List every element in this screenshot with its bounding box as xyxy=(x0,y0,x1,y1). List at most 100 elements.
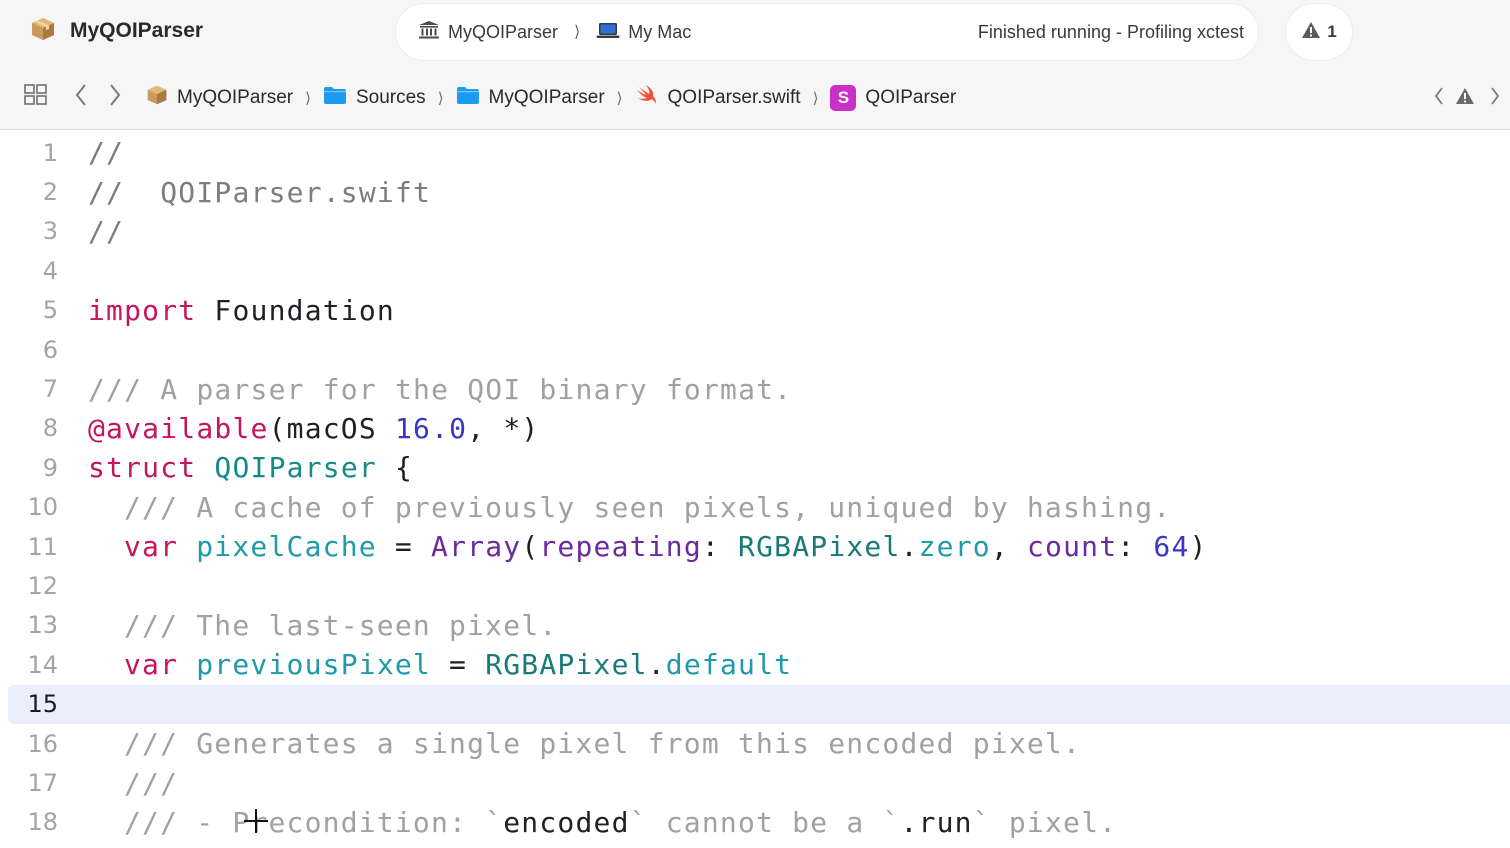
code-line[interactable]: 10 /// A cache of previously seen pixels… xyxy=(0,488,1510,527)
breadcrumb-item-project[interactable]: MyQOIParser xyxy=(146,84,293,112)
package-icon xyxy=(30,16,56,47)
type-token: Array xyxy=(431,530,522,564)
plain-token: = xyxy=(431,648,486,682)
code-line[interactable]: 13 /// The last-seen pixel. xyxy=(0,606,1510,645)
code-text: // xyxy=(88,215,124,248)
line-number: 2 xyxy=(42,178,58,207)
breadcrumb-label: Sources xyxy=(355,86,426,108)
breadcrumb-label: MyQOIParser xyxy=(488,86,605,108)
number-token: 16.0 xyxy=(394,411,468,445)
plain-token: { xyxy=(376,451,414,485)
forward-button[interactable] xyxy=(98,78,132,118)
warnings-button[interactable]: 1 xyxy=(1286,4,1352,60)
breadcrumb-item-file[interactable]: QOIParser.swift xyxy=(635,84,801,112)
code-line[interactable]: 2 // QOIParser.swift xyxy=(0,172,1510,211)
code-text: /// xyxy=(88,767,178,800)
code-text: import Foundation xyxy=(88,294,395,327)
breadcrumb-item-group[interactable]: MyQOIParser xyxy=(456,85,605,111)
code-line[interactable]: 8 @available(macOS 16.0, *) xyxy=(0,409,1510,448)
previous-issue-button[interactable] xyxy=(1428,78,1450,118)
build-status-text: Finished running - Profiling xctest xyxy=(977,21,1244,42)
source-editor[interactable]: 1 // 2 // QOIParser.swift 3 // 4 5 impor… xyxy=(0,131,1510,848)
project-name: MyQOIParser xyxy=(70,19,204,42)
package-icon xyxy=(146,84,168,112)
code-line[interactable]: 3 // xyxy=(0,212,1510,251)
code-line[interactable]: 7 /// A parser for the QOI binary format… xyxy=(0,369,1510,408)
doc-comment-token: ` xyxy=(485,805,504,839)
plain-token: , *) xyxy=(467,411,540,445)
keyword-token: var xyxy=(124,648,179,682)
line-number: 10 xyxy=(27,493,58,522)
folder-icon xyxy=(456,85,480,111)
comment-token: // xyxy=(88,214,125,248)
grid-icon xyxy=(23,83,49,112)
code-text: // QOIParser.swift xyxy=(88,176,431,209)
breadcrumb-label: MyQOIParser xyxy=(177,86,294,108)
type-token: QOIParser xyxy=(214,451,377,485)
line-number: 11 xyxy=(27,532,58,561)
code-line[interactable]: 6 xyxy=(0,330,1510,369)
chevron-right-icon: ⟩ xyxy=(812,89,819,107)
breadcrumb: MyQOIParser ⟩ Sources ⟩ MyQOIParser ⟩ QO… xyxy=(146,84,956,112)
code-line[interactable]: 9 struct QOIParser { xyxy=(0,448,1510,487)
line-number: 3 xyxy=(42,217,58,246)
code-line[interactable]: 14 var previousPixel = RGBAPixel.default xyxy=(0,645,1510,684)
crosshair-cursor-icon xyxy=(243,808,269,834)
scheme-icon xyxy=(418,20,440,45)
code-text: /// Generates a single pixel from this e… xyxy=(88,727,1081,760)
warning-icon xyxy=(1301,21,1321,44)
issue-navigation xyxy=(1428,78,1510,118)
code-line[interactable]: 16 /// Generates a single pixel from thi… xyxy=(0,724,1510,763)
doc-comment-token: pixel. xyxy=(990,805,1118,839)
code-voice-token: .run xyxy=(900,805,973,839)
parameter-token: count xyxy=(1026,530,1118,564)
back-button[interactable] xyxy=(64,78,98,118)
line-number: 12 xyxy=(27,572,58,601)
scheme-selector[interactable]: MyQOIParser xyxy=(418,20,558,45)
line-number: 16 xyxy=(27,729,58,758)
code-voice-token: encoded xyxy=(503,805,630,839)
activity-view: MyQOIParser ⟩ My Mac Finished running - … xyxy=(396,4,1258,60)
code-line[interactable]: 4 xyxy=(0,251,1510,290)
line-number: 6 xyxy=(42,335,58,364)
breadcrumb-item-symbol[interactable]: S QOIParser xyxy=(830,84,957,111)
code-line[interactable]: 18 /// - Precondition: `encoded` cannot … xyxy=(0,803,1510,842)
code-line-current[interactable]: 15 xyxy=(8,684,1510,724)
line-number: 17 xyxy=(27,769,58,798)
code-line[interactable]: 5 import Foundation xyxy=(0,291,1510,330)
plain-token: : xyxy=(701,530,739,564)
next-issue-button[interactable] xyxy=(1480,78,1510,118)
related-items-button[interactable] xyxy=(14,78,58,118)
run-destination-selector[interactable]: My Mac xyxy=(596,21,691,44)
plain-token: Foundation xyxy=(196,293,395,327)
code-text: @available(macOS 16.0, *) xyxy=(88,412,539,445)
keyword-token: struct xyxy=(88,451,197,485)
breadcrumb-item-sources[interactable]: Sources xyxy=(323,85,426,111)
warning-count: 1 xyxy=(1327,22,1337,41)
doc-comment-token: /// Generates a single pixel from this e… xyxy=(124,727,1082,761)
comment-token: // QOIParser.swift xyxy=(88,175,432,209)
doc-comment-token: /// - Precondition: xyxy=(124,805,486,839)
line-number: 18 xyxy=(27,808,58,837)
doc-comment-token: /// xyxy=(124,766,179,800)
code-line[interactable]: 12 xyxy=(0,566,1510,605)
doc-comment-token: /// The last-seen pixel. xyxy=(124,608,558,642)
chevron-left-icon xyxy=(74,83,88,112)
code-line[interactable]: 17 /// xyxy=(0,763,1510,802)
code-line[interactable]: 11 var pixelCache = Array(repeating: RGB… xyxy=(0,527,1510,566)
line-number: 15 xyxy=(27,690,58,719)
keyword-token: import xyxy=(88,293,197,327)
scheme-label: MyQOIParser xyxy=(448,21,559,42)
breadcrumb-label: QOIParser xyxy=(865,86,957,108)
plain-token: : xyxy=(1117,530,1154,564)
property-token: default xyxy=(665,648,793,682)
issue-button[interactable] xyxy=(1454,78,1476,118)
plain-token: . xyxy=(900,530,919,564)
code-line[interactable]: 1 // xyxy=(0,133,1510,172)
window-toolbar: MyQOIParser MyQOIParser ⟩ My Mac Finishe… xyxy=(0,0,1510,66)
line-number: 9 xyxy=(42,453,58,482)
struct-icon: S xyxy=(830,84,857,111)
line-number: 7 xyxy=(42,375,58,404)
project-title[interactable]: MyQOIParser xyxy=(30,14,203,48)
